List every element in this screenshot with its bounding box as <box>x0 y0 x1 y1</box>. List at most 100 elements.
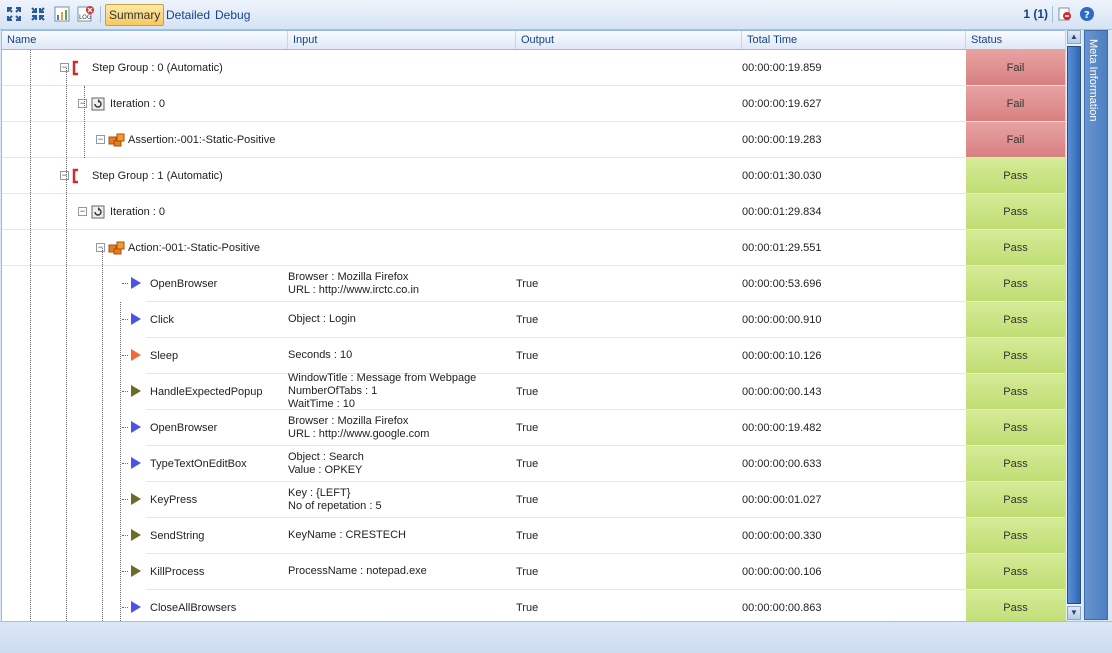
input-line: ProcessName : notepad.exe <box>288 565 427 577</box>
row-name: Assertion:-001:-Static-Positive <box>128 133 276 146</box>
collapse-toggle-icon[interactable]: − <box>96 135 105 144</box>
expand-all-icon[interactable] <box>5 5 23 23</box>
input-cell: Object : Login <box>288 302 514 337</box>
name-cell: − Assertion:-001:-Static-Positive <box>2 122 287 157</box>
name-cell: KillProcess <box>2 554 287 589</box>
input-line: Object : Search <box>288 450 364 463</box>
input-cell <box>288 590 514 621</box>
table-row[interactable]: − Step Group : 1 (Automatic) 00:00:01:30.0… <box>2 158 1065 194</box>
status-badge: Pass <box>966 590 1065 621</box>
collapse-toggle-icon[interactable]: − <box>60 63 69 72</box>
name-cell: − Step Group : 1 (Automatic) <box>2 158 287 193</box>
tree-connector <box>122 319 128 320</box>
input-cell: Browser : Mozilla Firefox URL : http://ww… <box>288 410 514 445</box>
table-row[interactable]: TypeTextOnEditBox Object : Search Value : … <box>2 446 1065 482</box>
column-header-status[interactable]: Status <box>966 31 1065 49</box>
status-badge: Pass <box>966 446 1065 481</box>
output-cell: True <box>516 349 539 362</box>
output-cell: True <box>516 565 539 578</box>
row-name: SendString <box>150 529 205 542</box>
table-row[interactable]: HandleExpectedPopup WindowTitle : Message… <box>2 372 1065 410</box>
collapse-toggle-icon[interactable]: − <box>78 99 87 108</box>
status-badge: Pass <box>966 374 1065 409</box>
action-icon <box>108 240 125 256</box>
action-icon <box>108 132 125 148</box>
input-cell <box>288 122 514 157</box>
table-row[interactable]: Sleep Seconds : 10 True 00:00:00:10.126 Pass <box>2 338 1065 374</box>
tree-connector <box>122 463 128 464</box>
row-name: CloseAllBrowsers <box>150 601 237 614</box>
column-header-output[interactable]: Output <box>516 31 742 49</box>
row-name: KillProcess <box>150 565 205 578</box>
help-icon[interactable]: ? <box>1078 5 1096 23</box>
input-cell: ProcessName : notepad.exe <box>288 554 514 589</box>
tree-connector <box>122 499 128 500</box>
report-chart-icon[interactable] <box>53 5 71 23</box>
iteration-icon <box>90 204 106 220</box>
row-name: KeyPress <box>150 493 198 506</box>
table-row[interactable]: OpenBrowser Browser : Mozilla Firefox URL … <box>2 410 1065 446</box>
table-row[interactable]: − Action:-001:-Static-Positive 00:00:01:29… <box>2 230 1065 266</box>
tab-summary[interactable]: Summary <box>105 4 165 26</box>
step-play-icon <box>130 492 146 508</box>
table-row[interactable]: − Assertion:-001:-Static-Positive 00:00:00… <box>2 122 1065 158</box>
meta-information-panel[interactable]: Meta Information <box>1084 30 1108 620</box>
step-play-icon <box>130 384 146 400</box>
table-row[interactable]: KeyPress Key : {LEFT} No of repetation : 5… <box>2 482 1065 518</box>
collapse-toggle-icon[interactable]: − <box>60 171 69 180</box>
name-cell: Sleep <box>2 338 287 373</box>
table-row[interactable]: SendString KeyName : CRESTECH True 00:00:00… <box>2 518 1065 554</box>
output-cell: True <box>516 493 539 506</box>
scroll-down-icon[interactable]: ▼ <box>1067 606 1081 620</box>
tab-debug[interactable]: Debug <box>212 6 253 24</box>
table-row[interactable]: Click Object : Login True 00:00:00:00.910 Pa… <box>2 302 1065 338</box>
total-time-cell: 00:00:00:19.627 <box>742 97 822 110</box>
output-cell: True <box>516 313 539 326</box>
total-time-cell: 00:00:01:29.834 <box>742 205 822 218</box>
status-badge: Pass <box>966 158 1065 193</box>
collapse-all-icon[interactable] <box>29 5 47 23</box>
column-header-name[interactable]: Name <box>2 31 288 49</box>
total-time-cell: 00:00:00:19.859 <box>742 61 822 74</box>
output-cell <box>516 158 742 193</box>
total-time-cell: 00:00:01:30.030 <box>742 169 822 182</box>
status-badge: Pass <box>966 194 1065 229</box>
input-cell <box>288 158 514 193</box>
table-row[interactable]: − Step Group : 0 (Automatic) 00:00:00:19.8… <box>2 50 1065 86</box>
total-time-cell: 00:00:00:19.482 <box>742 421 822 434</box>
grid-header: Name Input Output Total Time Status <box>2 31 1065 50</box>
tree-connector <box>122 607 128 608</box>
input-cell: Browser : Mozilla Firefox URL : http://ww… <box>288 266 514 301</box>
input-line: Browser : Mozilla Firefox <box>288 414 409 427</box>
column-header-input[interactable]: Input <box>288 31 516 49</box>
table-row[interactable]: − Iteration : 0 00:00:01:29.834 Pass <box>2 194 1065 230</box>
row-name: Step Group : 0 (Automatic) <box>92 61 223 74</box>
table-row[interactable]: − Iteration : 0 00:00:00:19.627 Fail <box>2 86 1065 122</box>
column-header-total-time[interactable]: Total Time <box>742 31 966 49</box>
input-cell: Key : {LEFT} No of repetation : 5 <box>288 482 514 517</box>
collapse-toggle-icon[interactable]: − <box>96 243 105 252</box>
name-cell: Click <box>2 302 287 337</box>
input-line: No of repetation : 5 <box>288 499 382 512</box>
scroll-thumb[interactable] <box>1067 46 1081 604</box>
table-row[interactable]: CloseAllBrowsers True 00:00:00:00.863 Pass <box>2 590 1065 621</box>
input-cell <box>288 194 514 229</box>
export-icon[interactable] <box>1056 5 1074 23</box>
tab-detailed[interactable]: Detailed <box>163 6 213 24</box>
step-play-icon <box>130 420 146 436</box>
output-cell: True <box>516 601 539 614</box>
scroll-up-icon[interactable]: ▲ <box>1067 30 1081 44</box>
row-name: TypeTextOnEditBox <box>150 457 247 470</box>
table-row[interactable]: KillProcess ProcessName : notepad.exe True… <box>2 554 1065 590</box>
total-time-cell: 00:00:00:00.863 <box>742 601 822 614</box>
table-row[interactable]: OpenBrowser Browser : Mozilla Firefox URL … <box>2 266 1065 302</box>
log-icon[interactable]: LOG <box>77 5 95 23</box>
row-name: OpenBrowser <box>150 421 218 434</box>
toolbar: LOG Summary Detailed Debug 1 (1) ? <box>0 0 1112 30</box>
tree-connector <box>122 391 128 392</box>
output-cell: True <box>516 457 539 470</box>
name-cell: KeyPress <box>2 482 287 517</box>
input-cell: WindowTitle : Message from Webpage Number… <box>288 372 514 410</box>
collapse-toggle-icon[interactable]: − <box>78 207 87 216</box>
vertical-scrollbar[interactable]: ▲ ▼ <box>1065 30 1082 620</box>
